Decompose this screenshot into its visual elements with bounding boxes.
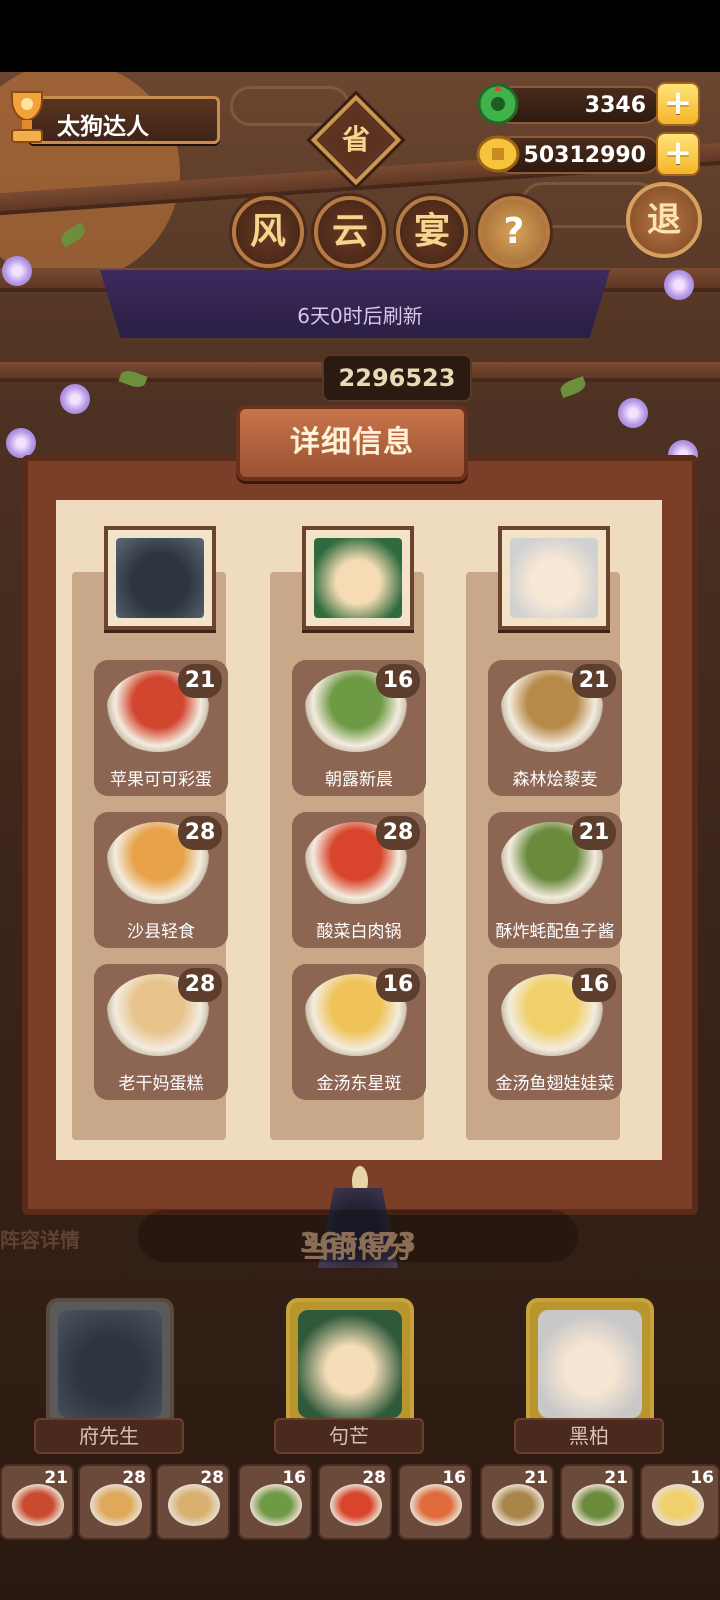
mini-dish-level: 21 [44,1468,68,1488]
panda-chef-portrait [538,1310,642,1418]
jade-value: 3346 [584,93,646,118]
mini-dish-image [330,1484,382,1526]
mini-dish-slot[interactable]: 16 [640,1464,720,1540]
flower-decoration [6,428,36,458]
dish-card[interactable]: 28 老干妈蛋糕 [94,964,228,1100]
gold-coin-icon [476,135,520,173]
refresh-timer: 6天0时后刷新 [297,304,423,328]
dish-level-badge: 16 [376,664,420,698]
gold-add-button[interactable]: + [656,132,700,176]
chef-name-plate-1: 府先生 [34,1418,184,1454]
mini-dish-slot[interactable]: 16 [238,1464,312,1540]
chef-card-2[interactable] [286,1298,414,1430]
mini-dish-image [90,1484,142,1526]
title-char-yan: 宴 [396,196,468,268]
dish-card[interactable]: 16 金汤鱼翅娃娃菜 [488,964,622,1100]
dish-name: 沙县轻食 [127,922,195,942]
detail-title: 详细信息 [290,425,414,460]
mini-dish-image [652,1484,704,1526]
chef-portrait-frame[interactable] [498,526,610,630]
mini-dish-image [410,1484,462,1526]
question-icon: ? [503,211,525,252]
dish-name: 老干妈蛋糕 [118,1074,204,1094]
mini-dish-image [12,1484,64,1526]
tiger-chef-portrait [58,1310,162,1418]
chef-portrait [116,538,204,618]
chef-card-1[interactable] [46,1298,174,1430]
chef-portrait-frame[interactable] [302,526,414,630]
mini-dish-level: 21 [524,1468,548,1488]
mini-dish-image [572,1484,624,1526]
dish-level-badge: 28 [178,968,222,1002]
dish-level-badge: 16 [376,968,420,1002]
dish-name: 苹果可可彩蛋 [110,770,212,790]
current-score-bar: 当前得分 365673 [138,1210,578,1264]
gold-value: 50312990 [523,143,646,168]
mini-dish-level: 16 [282,1468,306,1488]
flower-decoration [664,270,694,300]
chef-portrait [510,538,598,618]
mini-dish-level: 21 [604,1468,628,1488]
flower-decoration [2,256,32,286]
flower-decoration [618,398,648,428]
exit-button[interactable]: 退 [626,182,702,258]
dish-level-badge: 21 [572,664,616,698]
help-button[interactable]: ? [478,196,550,268]
total-score-display: 2296523 [322,354,472,402]
chef-card-3[interactable] [526,1298,654,1430]
mini-dish-slot[interactable]: 21 [480,1464,554,1540]
mini-dish-image [492,1484,544,1526]
mini-dish-image [168,1484,220,1526]
title-char-yun: 云 [314,196,386,268]
current-score-value: 365673 [299,1226,417,1259]
mini-dish-level: 28 [362,1468,386,1488]
dish-level-badge: 21 [178,664,222,698]
mini-dish-level: 16 [442,1468,466,1488]
dish-name: 朝露新晨 [325,770,393,790]
dish-level-badge: 28 [376,816,420,850]
dish-card[interactable]: 16 金汤东星斑 [292,964,426,1100]
dish-name: 森林烩藜麦 [512,770,598,790]
dish-name: 金汤东星斑 [316,1074,402,1094]
detail-title-tab: 详细信息 [236,405,468,481]
mini-dish-slot[interactable]: 28 [78,1464,152,1540]
mini-dish-slot[interactable]: 16 [398,1464,472,1540]
title-char-feng: 风 [232,196,304,268]
dish-name: 酸菜白肉锅 [316,922,402,942]
dish-card[interactable]: 21 苹果可可彩蛋 [94,660,228,796]
mini-dish-slot[interactable]: 21 [560,1464,634,1540]
player-name: 太狗达人 [57,114,149,140]
dish-level-badge: 16 [572,968,616,1002]
mini-dish-slot[interactable]: 28 [156,1464,230,1540]
lineup-label[interactable]: 阵容详情 [0,1224,80,1253]
dish-level-badge: 28 [178,816,222,850]
trophy-icon [11,91,43,143]
jade-icon [477,83,519,125]
dish-card[interactable]: 21 森林烩藜麦 [488,660,622,796]
mini-dish-slot[interactable]: 28 [318,1464,392,1540]
forest-chef-portrait [298,1310,402,1418]
chef-portrait-frame[interactable] [104,526,216,630]
dish-card[interactable]: 16 朝露新晨 [292,660,426,796]
mini-dish-level: 28 [122,1468,146,1488]
chef-name-plate-3: 黑柏 [514,1418,664,1454]
chef-name-plate-2: 句芒 [274,1418,424,1454]
dish-name: 酥炸蚝配鱼子酱 [495,922,615,942]
jade-add-button[interactable]: + [656,82,700,126]
mini-dish-level: 16 [690,1468,714,1488]
mini-dish-slot[interactable]: 21 [0,1464,74,1540]
dish-card[interactable]: 28 酸菜白肉锅 [292,812,426,948]
chef-portrait [314,538,402,618]
mini-dish-image [250,1484,302,1526]
mini-dish-level: 28 [200,1468,224,1488]
dish-card[interactable]: 21 酥炸蚝配鱼子酱 [488,812,622,948]
player-name-box[interactable]: 太狗达人 [28,96,220,144]
dish-level-badge: 21 [572,816,616,850]
flower-decoration [60,384,90,414]
dish-card[interactable]: 28 沙县轻食 [94,812,228,948]
dish-name: 金汤鱼翅娃娃菜 [495,1074,615,1094]
